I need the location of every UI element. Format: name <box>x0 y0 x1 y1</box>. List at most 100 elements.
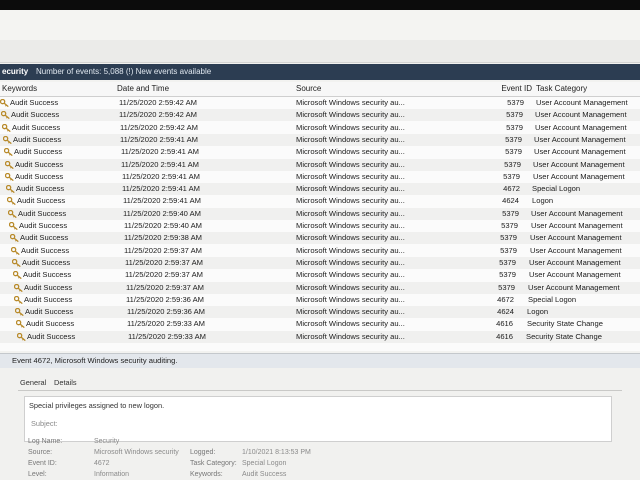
event-row[interactable]: Audit Success 11/25/2020 2:59:36 AM Micros… <box>0 294 640 306</box>
event-row[interactable]: Audit Success 11/25/2020 2:59:41 AM Micros… <box>0 146 640 158</box>
event-row[interactable]: Audit Success 11/25/2020 2:59:37 AM Micros… <box>0 269 640 281</box>
field-log-name-value: Security <box>94 438 120 445</box>
event-keywords: Audit Success <box>22 258 71 267</box>
event-source: Microsoft Windows security au... <box>296 295 405 304</box>
event-task-category: Special Logon <box>528 295 577 304</box>
event-id: 5379 <box>504 160 521 169</box>
event-id: 5379 <box>503 172 520 181</box>
event-date-time: 11/25/2020 2:59:40 AM <box>124 221 202 230</box>
event-row[interactable]: Audit Success 11/25/2020 2:59:33 AM Micros… <box>0 331 640 343</box>
event-keywords: Audit Success <box>15 160 64 169</box>
event-source: Microsoft Windows security au... <box>296 246 405 255</box>
key-icon <box>8 210 17 218</box>
event-task-category: Logon <box>527 307 549 316</box>
event-row[interactable]: Audit Success 11/25/2020 2:59:42 AM Micros… <box>0 97 640 109</box>
event-date-time: 11/25/2020 2:59:36 AM <box>127 307 205 316</box>
key-icon <box>11 247 20 255</box>
field-level-label: Level: <box>28 471 47 478</box>
column-header-event-id[interactable]: Event ID <box>498 82 532 96</box>
event-keywords: Audit Success <box>15 172 64 181</box>
event-date-time: 11/25/2020 2:59:38 AM <box>124 233 202 242</box>
event-id: 5379 <box>505 147 522 156</box>
event-task-category: User Account Management <box>530 233 622 242</box>
event-task-category: User Account Management <box>531 209 623 218</box>
selected-event-title: Event 4672, Microsoft Windows security a… <box>12 356 178 365</box>
event-row[interactable]: Audit Success 11/25/2020 2:59:42 AM Micros… <box>0 122 640 134</box>
event-count-status: Number of events: 5,088 (!) New events a… <box>36 67 212 76</box>
event-id: 5379 <box>500 246 517 255</box>
event-source: Microsoft Windows security au... <box>296 172 405 181</box>
event-row[interactable]: Audit Success 11/25/2020 2:59:38 AM Micros… <box>0 232 640 244</box>
field-logged-label: Logged: <box>190 449 216 456</box>
event-task-category: User Account Management <box>529 270 621 279</box>
event-row[interactable]: Audit Success 11/25/2020 2:59:41 AM Micros… <box>0 183 640 195</box>
column-header-date-time[interactable]: Date and Time <box>117 82 287 96</box>
events-grid-header: Keywords Date and Time Source Event ID T… <box>0 82 640 97</box>
event-keywords: Audit Success <box>14 147 63 156</box>
field-logged-value: 1/10/2021 8:13:53 PM <box>242 449 311 456</box>
event-id: 5379 <box>505 135 522 144</box>
key-icon <box>1 111 10 119</box>
key-icon <box>14 284 23 292</box>
key-icon <box>10 234 19 242</box>
event-row[interactable]: Audit Success 11/25/2020 2:59:33 AM Micros… <box>0 318 640 330</box>
event-source: Microsoft Windows security au... <box>296 123 405 132</box>
event-date-time: 11/25/2020 2:59:41 AM <box>123 196 201 205</box>
event-row[interactable]: Audit Success 11/25/2020 2:59:37 AM Micros… <box>0 245 640 257</box>
event-row[interactable]: Audit Success 11/25/2020 2:59:40 AM Micros… <box>0 208 640 220</box>
event-keywords: Audit Success <box>24 295 73 304</box>
toolbar-area <box>0 40 640 63</box>
event-keywords: Audit Success <box>13 135 62 144</box>
events-grid: Audit Success 11/25/2020 2:59:42 AM Micros… <box>0 97 640 351</box>
event-row[interactable]: Audit Success 11/25/2020 2:59:41 AM Micros… <box>0 195 640 207</box>
field-source-value: Microsoft Windows security <box>94 449 179 456</box>
event-source: Microsoft Windows security au... <box>296 221 405 230</box>
event-id: 5379 <box>506 110 523 119</box>
column-header-source[interactable]: Source <box>296 82 492 96</box>
event-source: Microsoft Windows security au... <box>296 283 405 292</box>
event-row[interactable]: Audit Success 11/25/2020 2:59:37 AM Micros… <box>0 257 640 269</box>
event-message-box[interactable]: Special privileges assigned to new logon… <box>24 396 612 442</box>
key-icon <box>9 222 18 230</box>
key-icon <box>7 197 16 205</box>
event-keywords: Audit Success <box>26 319 75 328</box>
event-task-category: User Account Management <box>534 147 626 156</box>
event-row[interactable]: Audit Success 11/25/2020 2:59:40 AM Micros… <box>0 220 640 232</box>
column-header-keywords[interactable]: Keywords <box>2 82 110 96</box>
key-icon <box>17 333 26 341</box>
event-source: Microsoft Windows security au... <box>296 270 405 279</box>
event-row[interactable]: Audit Success 11/25/2020 2:59:37 AM Micros… <box>0 282 640 294</box>
event-task-category: User Account Management <box>533 172 625 181</box>
event-row[interactable]: Audit Success 11/25/2020 2:59:36 AM Micros… <box>0 306 640 318</box>
event-row[interactable]: Audit Success 11/25/2020 2:59:42 AM Micros… <box>0 109 640 121</box>
event-id: 5379 <box>499 270 516 279</box>
field-keywords-label: Keywords: <box>190 471 223 478</box>
event-keywords: Audit Success <box>12 123 61 132</box>
event-date-time: 11/25/2020 2:59:42 AM <box>119 98 197 107</box>
event-row[interactable]: Audit Success 11/25/2020 2:59:41 AM Micros… <box>0 134 640 146</box>
event-id: 5379 <box>506 123 523 132</box>
event-date-time: 11/25/2020 2:59:41 AM <box>120 135 198 144</box>
event-source: Microsoft Windows security au... <box>296 332 405 341</box>
event-keywords: Audit Success <box>11 110 60 119</box>
event-id: 5379 <box>500 233 517 242</box>
column-header-task-category[interactable]: Task Category <box>536 82 640 96</box>
tab-general[interactable]: General <box>20 376 46 390</box>
event-details-pane: General Details Special privileges assig… <box>0 368 640 480</box>
event-keywords: Audit Success <box>23 270 72 279</box>
event-keywords: Audit Success <box>21 246 70 255</box>
event-source: Microsoft Windows security au... <box>296 135 405 144</box>
event-row[interactable]: Audit Success 11/25/2020 2:59:41 AM Micros… <box>0 171 640 183</box>
key-icon <box>15 308 24 316</box>
event-date-time: 11/25/2020 2:59:42 AM <box>119 110 197 119</box>
event-message: Special privileges assigned to new logon… <box>29 401 165 410</box>
event-row[interactable]: Audit Success 11/25/2020 2:59:41 AM Micros… <box>0 159 640 171</box>
event-task-category: User Account Management <box>528 283 620 292</box>
event-keywords: Audit Success <box>18 209 67 218</box>
event-task-category: Special Logon <box>532 184 581 193</box>
key-icon <box>16 320 25 328</box>
tab-details[interactable]: Details <box>54 376 77 390</box>
event-subject-label: Subject: <box>31 419 58 428</box>
event-date-time: 11/25/2020 2:59:37 AM <box>124 246 202 255</box>
key-icon <box>5 173 14 181</box>
